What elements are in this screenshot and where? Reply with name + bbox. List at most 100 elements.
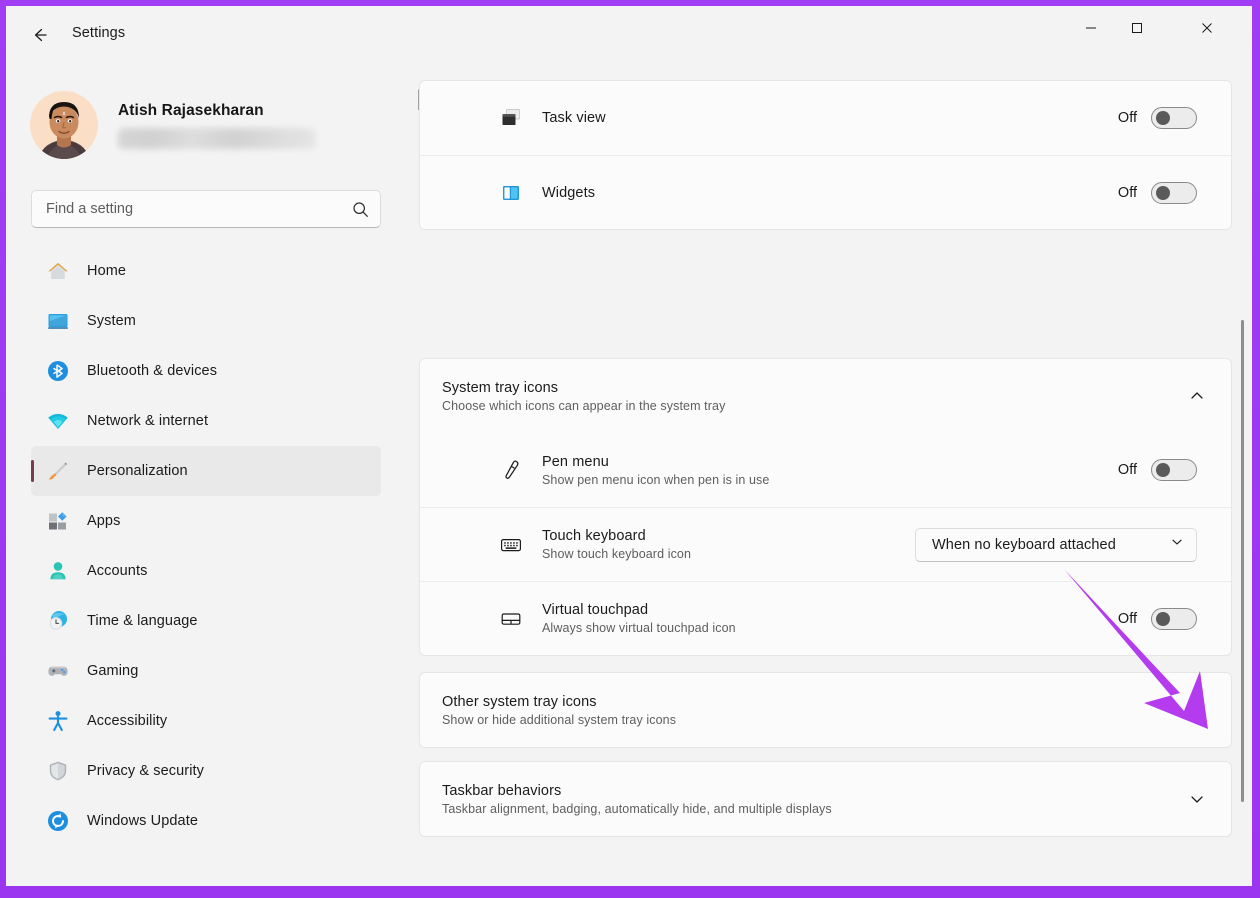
network-icon — [45, 408, 71, 434]
touch-keyboard-dropdown[interactable]: When no keyboard attached — [915, 527, 1197, 562]
toggle-state-label: Off — [1117, 184, 1137, 201]
settings-window: Settings Atish Rajasekharan Find a setti… — [6, 6, 1252, 886]
window-title: Settings — [72, 25, 126, 41]
annotation-frame: Settings Atish Rajasekharan Find a setti… — [0, 0, 1260, 898]
sidebar-item-label: Time & language — [87, 613, 198, 629]
toggle-state-label: Off — [1117, 610, 1137, 627]
help-icon: ? — [416, 881, 446, 886]
sidebar-item-system[interactable]: System — [31, 296, 381, 346]
row-title: Task view — [542, 110, 606, 126]
sidebar-item-gaming[interactable]: Gaming — [31, 646, 381, 696]
card-taskbar-behaviors: Taskbar behaviors Taskbar alignment, bad… — [419, 761, 1232, 837]
account-name: Atish Rajasekharan — [118, 101, 264, 119]
sidebar-item-label: Gaming — [87, 663, 139, 679]
pen-icon — [494, 453, 528, 487]
sidebar-item-privacy-security[interactable]: Privacy & security — [31, 746, 381, 796]
sidebar-item-label: Accounts — [87, 563, 148, 579]
virtual-touchpad-toggle[interactable] — [1151, 607, 1197, 630]
sidebar-item-network-internet[interactable]: Network & internet — [31, 396, 381, 446]
chevron-up-icon[interactable] — [1181, 380, 1213, 412]
pen-menu-toggle[interactable] — [1151, 459, 1197, 481]
personalization-icon — [45, 458, 71, 484]
task-view-toggle[interactable] — [1151, 107, 1197, 129]
dropdown-value: When no keyboard attached — [932, 536, 1116, 553]
row-title: Widgets — [542, 184, 596, 201]
close-button[interactable] — [1184, 6, 1230, 50]
sidebar-item-accessibility[interactable]: Accessibility — [31, 696, 381, 746]
other-system-tray-icons-header[interactable]: Other system tray icons Show or hide add… — [420, 673, 1231, 747]
toggle-state-label: Off — [1117, 462, 1137, 478]
sidebar-item-apps[interactable]: Apps — [31, 496, 381, 546]
keyboard-icon — [494, 528, 528, 562]
get-help-link[interactable]: ? Get help — [416, 881, 526, 886]
toggle-knob — [1156, 463, 1170, 477]
row-widgets[interactable]: Widgets Off — [420, 155, 1231, 229]
row-title: Pen menu — [542, 453, 609, 470]
taskbar-behaviors-header[interactable]: Taskbar behaviors Taskbar alignment, bad… — [420, 762, 1231, 836]
maximize-icon — [1132, 23, 1142, 33]
arrow-left-icon — [34, 28, 47, 42]
row-text: Pen menu Show pen menu icon when pen is … — [542, 454, 1118, 487]
chevron-down-icon — [1170, 535, 1184, 554]
widgets-toggle[interactable] — [1151, 181, 1197, 204]
minimize-button[interactable] — [1068, 6, 1114, 50]
search-glyph — [352, 201, 368, 217]
account-block[interactable]: Atish Rajasekharan — [26, 82, 386, 168]
bluetooth-icon — [45, 358, 71, 384]
content-scrollbar[interactable] — [1236, 146, 1250, 886]
row-control: Off — [1117, 607, 1197, 630]
search-box[interactable] — [31, 190, 381, 228]
content-pane: Personalization › Taskbar — [406, 64, 1252, 886]
minimize-icon — [1086, 27, 1096, 29]
expander-subtitle: Taskbar alignment, badging, automaticall… — [442, 801, 832, 816]
row-pen-menu[interactable]: Pen menu Show pen menu icon when pen is … — [420, 433, 1231, 507]
card-taskbar-items: Task view Off Widgets Off — [419, 80, 1232, 230]
system-icon — [45, 308, 71, 334]
home-icon — [45, 258, 71, 284]
search-input[interactable] — [32, 201, 340, 217]
row-task-view[interactable]: Task view Off — [420, 81, 1231, 155]
row-subtitle: Show touch keyboard icon — [542, 547, 692, 561]
sidebar-item-bluetooth-devices[interactable]: Bluetooth & devices — [31, 346, 381, 396]
row-virtual-touchpad[interactable]: Virtual touchpad Always show virtual tou… — [420, 581, 1231, 655]
expander-subtitle: Choose which icons can appear in the sys… — [442, 398, 726, 413]
row-text: Widgets — [542, 185, 1118, 201]
sidebar-item-label: Apps — [87, 513, 121, 529]
privacy-icon — [45, 758, 71, 784]
sidebar-item-label: Bluetooth & devices — [87, 363, 218, 379]
sidebar-item-time-language[interactable]: Time & language — [31, 596, 381, 646]
close-icon — [1202, 23, 1212, 33]
title-bar: Settings — [6, 6, 1252, 64]
row-touch-keyboard[interactable]: Touch keyboard Show touch keyboard icon … — [420, 507, 1231, 581]
row-subtitle: Show pen menu icon when pen is in use — [542, 472, 770, 487]
row-title: Touch keyboard — [542, 528, 646, 544]
maximize-button[interactable] — [1114, 6, 1160, 50]
chevron-down-icon[interactable] — [1181, 694, 1213, 726]
row-control: Off — [1117, 181, 1197, 204]
system-tray-icons-header[interactable]: System tray icons Choose which icons can… — [420, 359, 1231, 433]
expander-text: Other system tray icons Show or hide add… — [442, 694, 1181, 727]
touchpad-icon — [494, 602, 528, 636]
sidebar-item-label: Accessibility — [87, 713, 168, 729]
sidebar-item-accounts[interactable]: Accounts — [31, 546, 381, 596]
back-button[interactable] — [20, 18, 60, 52]
card-system-tray-icons: System tray icons Choose which icons can… — [419, 358, 1232, 656]
avatar — [30, 91, 98, 159]
sidebar-item-home[interactable]: Home — [31, 246, 381, 296]
accessibility-icon — [45, 708, 71, 734]
card-other-system-tray-icons: Other system tray icons Show or hide add… — [419, 672, 1232, 748]
sidebar: Atish Rajasekharan Find a setting Home S… — [6, 64, 406, 886]
row-text: Task view — [542, 110, 1118, 126]
scrollbar-thumb[interactable] — [1241, 320, 1244, 802]
search-icon[interactable] — [340, 191, 380, 227]
taskbar-behaviors-chevron[interactable] — [1181, 783, 1213, 815]
sidebar-item-label: Privacy & security — [87, 763, 205, 779]
sidebar-item-windows-update[interactable]: Windows Update — [31, 796, 381, 846]
time-icon — [45, 608, 71, 634]
row-control: Off — [1118, 459, 1197, 481]
toggle-state-label: Off — [1117, 110, 1137, 126]
row-control: When no keyboard attached — [915, 527, 1197, 562]
sidebar-item-personalization[interactable]: Personalization — [31, 446, 381, 496]
task-view-icon — [494, 101, 528, 135]
update-icon — [45, 808, 71, 834]
